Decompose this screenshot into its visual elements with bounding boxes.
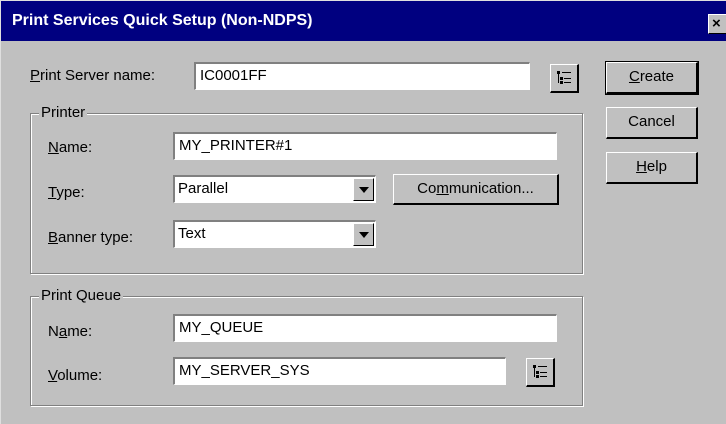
title-bar: Print Services Quick Setup (Non-NDPS) × <box>1 1 726 41</box>
print-server-input[interactable]: IC0001FF <box>194 62 530 90</box>
printer-type-value: Parallel <box>178 180 229 197</box>
communication-button[interactable]: Communication... <box>393 174 559 205</box>
close-icon[interactable]: × <box>708 14 726 34</box>
printer-type-label: Type: <box>48 184 85 201</box>
queue-name-input[interactable]: MY_QUEUE <box>173 314 557 342</box>
printer-name-label: Name: <box>48 139 93 156</box>
window-title: Print Services Quick Setup (Non-NDPS) <box>12 12 313 29</box>
cancel-button[interactable]: Cancel <box>606 107 698 139</box>
volume-browse-button[interactable] <box>526 358 555 387</box>
printer-type-select[interactable]: Parallel <box>173 175 376 203</box>
help-button[interactable]: Help <box>606 152 698 184</box>
create-button[interactable]: Create <box>605 61 699 95</box>
banner-type-label: Banner type: <box>48 229 134 246</box>
print-queue-group <box>30 296 583 406</box>
print-queue-group-title: Print Queue <box>39 287 124 304</box>
queue-name-label: Name: <box>48 323 93 340</box>
printer-name-input[interactable]: MY_PRINTER#1 <box>173 132 557 160</box>
volume-input[interactable]: MY_SERVER_SYS <box>173 357 506 385</box>
tree-browse-icon <box>557 71 571 84</box>
chevron-down-icon[interactable] <box>353 178 374 201</box>
banner-type-select[interactable]: Text <box>173 220 376 248</box>
volume-label: Volume: <box>48 367 103 384</box>
banner-type-value: Text <box>178 225 206 242</box>
chevron-down-icon[interactable] <box>353 223 374 246</box>
quick-setup-dialog: Print Services Quick Setup (Non-NDPS) × … <box>0 0 726 424</box>
server-browse-button[interactable] <box>550 64 579 93</box>
printer-group-title: Printer <box>39 104 88 121</box>
print-server-label: Print Server name: <box>30 67 156 84</box>
tree-browse-icon <box>533 365 547 378</box>
